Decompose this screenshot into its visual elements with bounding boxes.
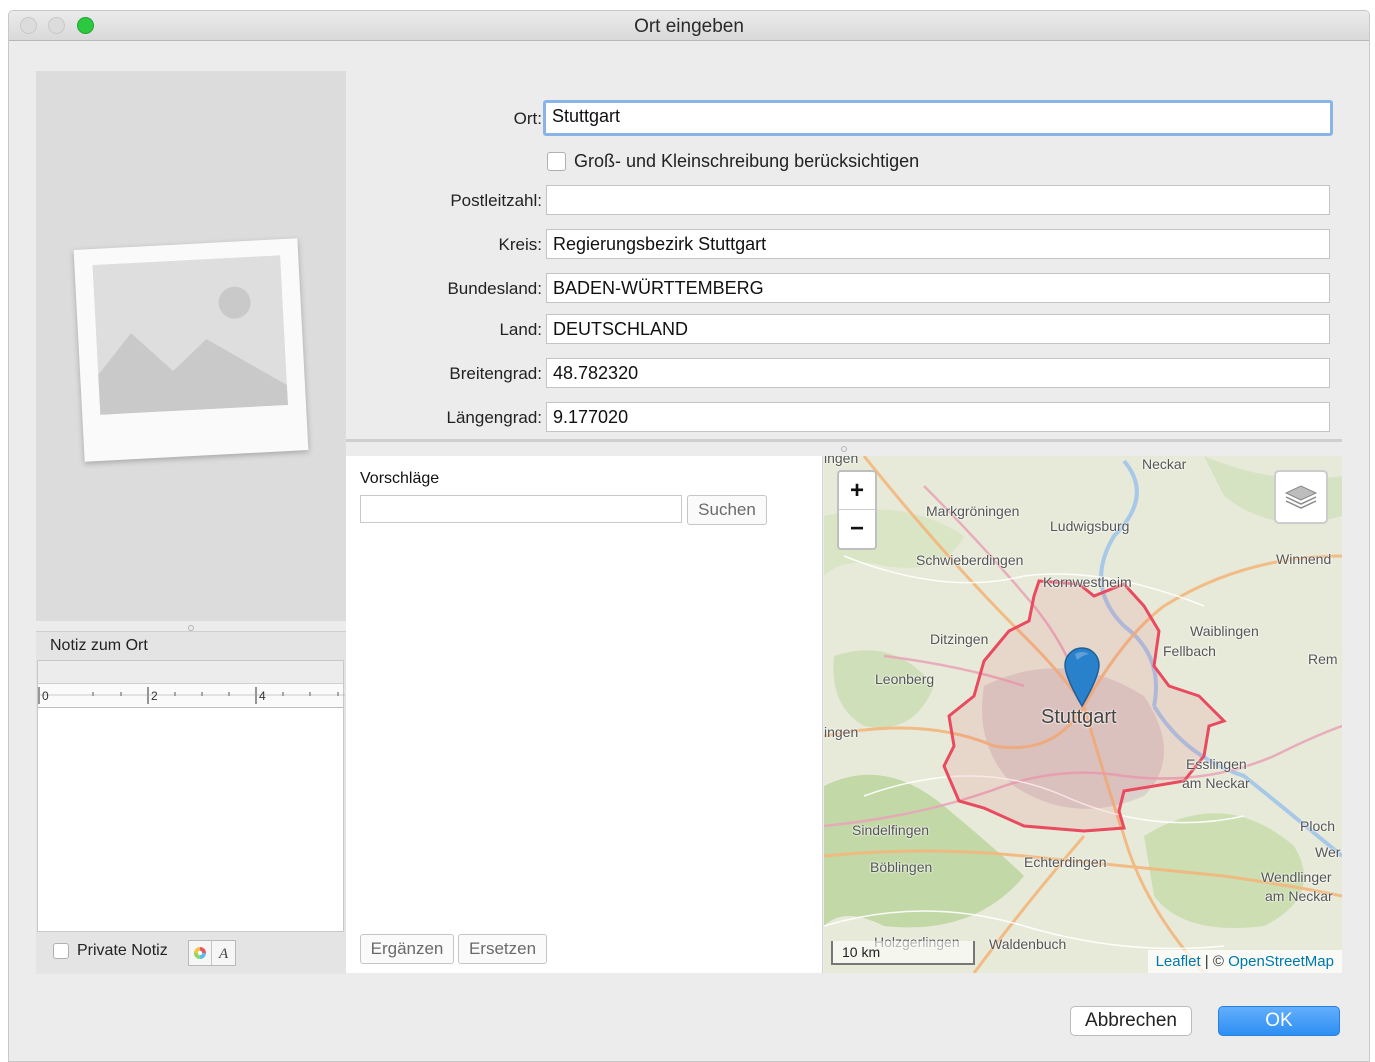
note-footer: Private Notiz A [36, 937, 346, 971]
ruler-tick-0: 0 [42, 689, 49, 703]
attribution-separator: | © [1200, 953, 1229, 970]
bundesland-input[interactable]: BADEN-WÜRTTEMBERG [546, 273, 1330, 303]
font-button[interactable]: A [212, 941, 235, 965]
zoom-control: + − [837, 470, 877, 550]
laengengrad-label: Längengrad: [446, 408, 542, 427]
title-bar: Ort eingeben [9, 11, 1369, 41]
ort-input[interactable]: Stuttgart [543, 100, 1333, 136]
map-place-ludwigsburg: Ludwigsburg [1050, 518, 1130, 534]
map-attribution: Leaflet | © OpenStreetMap [1147, 950, 1342, 973]
map-place-esslingen: Esslingen [1186, 756, 1247, 772]
layers-button[interactable] [1274, 470, 1328, 524]
cancel-button[interactable]: Abbrechen [1070, 1006, 1192, 1036]
horizontal-splitter[interactable] [346, 439, 1342, 442]
map-place-ditzingen: Ditzingen [930, 631, 989, 647]
map-view[interactable]: ingen Neckar Markgröningen Ludwigsburg S… [824, 456, 1342, 973]
map-place-stuttgart: Stuttgart [1041, 706, 1117, 728]
map-place-schwieberdingen: Schwieberdingen [916, 552, 1024, 568]
note-label: Notiz zum Ort [50, 637, 148, 654]
postleitzahl-row: Postleitzahl: [346, 185, 1342, 215]
kreis-row: Kreis: Regierungsbezirk Stuttgart [346, 229, 1342, 259]
map-place-waiblingen: Waiblingen [1190, 623, 1259, 639]
replace-button[interactable]: Ersetzen [458, 934, 547, 964]
laengengrad-row: Längengrad: 9.177020 [346, 402, 1342, 432]
ruler-tick-2: 2 [151, 689, 158, 703]
dialog-window: Ort eingeben Notiz zum Ort 0 2 4 Private… [8, 10, 1370, 1062]
land-label: Land: [499, 320, 542, 339]
map-place-echterdingen: Echterdingen [1024, 854, 1107, 870]
map-place-winnend: Winnend [1276, 551, 1332, 567]
svg-text:A: A [218, 946, 229, 961]
bundesland-label: Bundesland: [447, 279, 542, 298]
openstreetmap-link[interactable]: OpenStreetMap [1228, 953, 1334, 970]
land-input[interactable]: DEUTSCHLAND [546, 314, 1330, 344]
photo-placeholder-icon [73, 238, 309, 462]
text-ruler[interactable]: 0 2 4 [38, 684, 345, 708]
add-button[interactable]: Ergänzen [360, 934, 454, 964]
postleitzahl-label: Postleitzahl: [450, 191, 542, 210]
zoom-in-button[interactable]: + [839, 472, 875, 510]
ruler-tick-4: 4 [259, 689, 266, 703]
bundesland-row: Bundesland: BADEN-WÜRTTEMBERG [346, 273, 1342, 303]
breitengrad-input[interactable]: 48.782320 [546, 358, 1330, 388]
map-place-markgroeningen: Markgröningen [926, 503, 1020, 519]
map-place-rem: Rem [1308, 651, 1338, 667]
map-place-neckar: Neckar [1142, 456, 1187, 472]
map-place-waldenbuch: Waldenbuch [989, 936, 1067, 952]
map-scale: 10 km [831, 941, 975, 965]
font-italic-a-icon: A [218, 946, 229, 961]
ort-row: Ort: Stuttgart [346, 100, 1342, 136]
zoom-out-button[interactable]: − [839, 510, 875, 548]
case-sensitive-row[interactable]: Groß- und Kleinschreibung berücksichtige… [547, 151, 919, 172]
horizontal-splitter-handle[interactable] [841, 446, 847, 452]
case-sensitive-checkbox[interactable] [547, 152, 566, 171]
color-wheel-icon [194, 947, 206, 959]
color-picker-button[interactable] [189, 941, 212, 965]
laengengrad-input[interactable]: 9.177020 [546, 402, 1330, 432]
window-title: Ort eingeben [634, 16, 744, 37]
format-buttons: A [188, 940, 236, 966]
ok-button[interactable]: OK [1218, 1006, 1340, 1036]
postleitzahl-input[interactable] [546, 185, 1330, 215]
suggestions-label: Vorschläge [360, 470, 440, 487]
note-panel: Notiz zum Ort 0 2 4 Private Notiz A [36, 631, 346, 974]
location-marker-icon[interactable] [1063, 646, 1101, 708]
map-place-sindelfingen: Sindelfingen [852, 822, 930, 838]
kreis-label: Kreis: [498, 235, 542, 254]
map-place-kornwestheim: Kornwestheim [1043, 574, 1132, 590]
kreis-input[interactable]: Regierungsbezirk Stuttgart [546, 229, 1330, 259]
map-place-am-neckar-2: am Neckar [1265, 888, 1333, 904]
land-row: Land: DEUTSCHLAND [346, 314, 1342, 344]
private-note-checkbox[interactable] [53, 943, 69, 959]
note-editor[interactable]: 0 2 4 [37, 660, 345, 932]
breitengrad-row: Breitengrad: 48.782320 [346, 358, 1342, 388]
map-place-leonberg: Leonberg [875, 671, 935, 687]
map-place-left-partial: ingen [824, 724, 859, 740]
case-sensitive-label: Groß- und Kleinschreibung berücksichtige… [574, 151, 920, 171]
search-button[interactable]: Suchen [687, 495, 767, 525]
map-place-am-neckar-1: am Neckar [1182, 775, 1250, 791]
ort-label: Ort: [513, 109, 542, 128]
format-bar [38, 661, 343, 684]
map-place-wendlingen: Wendlinger [1261, 869, 1332, 885]
map-place-fellbach: Fellbach [1163, 643, 1216, 659]
photo-drop-area[interactable] [36, 71, 346, 621]
suggestions-panel: Vorschläge Suchen Ergänzen Ersetzen [346, 456, 823, 973]
private-note-label: Private Notiz [77, 942, 168, 959]
location-form: Ort: Stuttgart Groß- und Kleinschreibung… [346, 71, 1342, 441]
breitengrad-label: Breitengrad: [449, 364, 542, 383]
suggestions-search-input[interactable] [360, 495, 682, 523]
private-note-row[interactable]: Private Notiz [53, 942, 168, 960]
layers-icon [1284, 485, 1318, 509]
map-place-boeblingen: Böblingen [870, 859, 933, 875]
map-place-ploch: Ploch [1300, 818, 1336, 834]
map-place-top-partial: ingen [824, 456, 859, 466]
map-place-wer: Wer [1315, 844, 1341, 860]
leaflet-link[interactable]: Leaflet [1156, 953, 1201, 970]
